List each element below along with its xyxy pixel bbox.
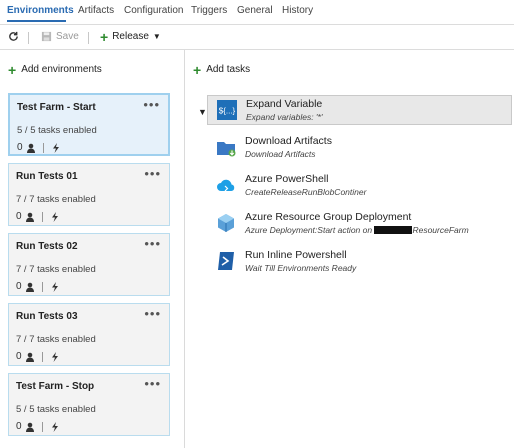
plus-icon: + [100,28,109,45]
task-subtitle: CreateReleaseRunBlobContiner [245,187,367,197]
deployment-trigger-icon[interactable] [50,351,60,362]
expand-variable-icon: ${...} [217,100,237,120]
more-options-icon[interactable]: ••• [144,306,161,321]
more-options-icon[interactable]: ••• [144,166,161,181]
environment-name: Run Tests 02 [16,241,78,252]
environment-name: Test Farm - Start [17,102,96,113]
task-row-azure-powershell[interactable]: Azure PowerShell CreateReleaseRunBlobCon… [207,171,512,201]
task-row-azure-resource-group-deployment[interactable]: Azure Resource Group Deployment Azure De… [207,209,512,239]
tab-bar: Environments Artifacts Configuration Tri… [0,0,514,24]
task-title: Run Inline Powershell [245,249,347,261]
add-tasks-button[interactable]: + Add tasks [193,61,251,78]
environment-tasks-status: 5 / 5 tasks enabled [17,125,97,136]
environment-tasks-status: 5 / 5 tasks enabled [16,404,96,415]
task-title: Azure PowerShell [245,173,329,185]
add-tasks-label: Add tasks [206,64,251,75]
environment-name: Test Farm - Stop [16,381,95,392]
task-subtitle: Download Artifacts [245,149,316,159]
tab-environments[interactable]: Environments [7,5,74,16]
task-row-expand-variable[interactable]: ${...} Expand Variable Expand variables:… [207,95,512,125]
task-subtitle: Wait Till Environments Ready [245,263,357,273]
toolbar: Save + Release ▼ [0,27,514,49]
tab-history[interactable]: History [282,5,313,16]
environment-card[interactable]: Test Farm - Stop ••• 5 / 5 tasks enabled… [8,373,170,436]
approver-count: 0 [16,211,22,222]
tasks-panel: + Add tasks ▼ ${...} Expand Variable Exp… [185,50,514,448]
environment-name: Run Tests 03 [16,311,78,322]
more-options-icon[interactable]: ••• [143,97,160,112]
footer-divider [41,421,43,432]
more-options-icon[interactable]: ••• [144,236,161,251]
approver-count: 0 [16,421,22,432]
task-title: Download Artifacts [245,135,332,147]
plus-icon: + [193,61,202,78]
save-button[interactable]: Save [41,31,79,42]
footer-divider [42,142,44,153]
approver-person-icon[interactable] [25,422,35,432]
redaction-block [374,226,413,234]
deployment-trigger-icon[interactable] [50,211,60,222]
task-title: Expand Variable [246,98,323,110]
environment-footer: 0 [16,351,60,362]
environments-panel: + Add environments Test Farm - Start •••… [0,50,185,448]
toolbar-separator [28,32,29,44]
active-tab-indicator [7,20,66,22]
plus-icon: + [8,61,17,78]
environment-card[interactable]: Run Tests 03 ••• 7 / 7 tasks enabled 0 [8,303,170,366]
resource-group-icon [218,214,234,232]
task-subtitle: Azure Deployment:Start action on Resourc… [245,225,469,235]
powershell-icon [218,252,234,270]
release-label: Release [112,31,149,42]
tab-general[interactable]: General [237,5,273,16]
tab-configuration[interactable]: Configuration [124,5,183,16]
approver-count: 0 [16,351,22,362]
environment-name: Run Tests 01 [16,171,78,182]
task-row-download-artifacts[interactable]: Download Artifacts Download Artifacts [207,133,512,163]
environment-footer: 0 [17,142,61,153]
save-icon [41,31,52,42]
task-subtitle-prefix: Azure Deployment:Start action on [245,225,373,235]
environment-card[interactable]: Run Tests 01 ••• 7 / 7 tasks enabled 0 [8,163,170,226]
environment-footer: 0 [16,421,60,432]
save-label: Save [56,31,79,42]
task-subtitle-suffix: ResourceFarm [412,225,469,235]
footer-divider [41,281,43,292]
release-dropdown[interactable]: + Release ▼ [100,28,161,45]
environment-footer: 0 [16,281,60,292]
environment-card[interactable]: Test Farm - Start ••• 5 / 5 tasks enable… [8,93,170,156]
refresh-button[interactable] [8,31,19,42]
azure-cloud-icon [217,179,235,192]
environment-tasks-status: 7 / 7 tasks enabled [16,194,96,205]
tab-triggers[interactable]: Triggers [191,5,227,16]
deployment-trigger-icon[interactable] [50,281,60,292]
approver-count: 0 [16,281,22,292]
approver-person-icon[interactable] [25,212,35,222]
approver-person-icon[interactable] [25,282,35,292]
approver-person-icon[interactable] [25,352,35,362]
download-folder-icon [217,142,236,157]
chevron-down-icon: ▼ [152,32,161,41]
add-environments-label: Add environments [21,64,102,75]
more-options-icon[interactable]: ••• [144,376,161,391]
tab-divider [0,24,514,25]
task-title: Azure Resource Group Deployment [245,211,412,223]
collapse-caret-icon[interactable]: ▼ [198,107,207,117]
deployment-trigger-icon[interactable] [51,142,61,153]
environment-card[interactable]: Run Tests 02 ••• 7 / 7 tasks enabled 0 [8,233,170,296]
task-subtitle: Expand variables: '*' [246,112,323,122]
toolbar-separator [88,32,89,44]
environment-tasks-status: 7 / 7 tasks enabled [16,334,96,345]
footer-divider [41,211,43,222]
refresh-icon [9,31,18,41]
tab-artifacts[interactable]: Artifacts [78,5,114,16]
footer-divider [41,351,43,362]
approver-count: 0 [17,142,23,153]
task-row-run-inline-powershell[interactable]: Run Inline Powershell Wait Till Environm… [207,247,512,277]
add-environments-button[interactable]: + Add environments [8,61,102,78]
svg-text:${...}: ${...} [219,107,236,116]
approver-person-icon[interactable] [26,143,36,153]
environment-tasks-status: 7 / 7 tasks enabled [16,264,96,275]
deployment-trigger-icon[interactable] [50,421,60,432]
environment-footer: 0 [16,211,60,222]
